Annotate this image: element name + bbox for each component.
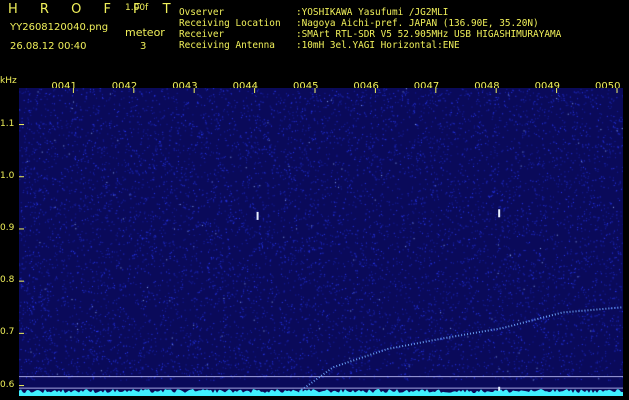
meteor-label: meteor — [125, 26, 165, 39]
drift-trace — [296, 306, 623, 395]
spectrogram-plot[interactable] — [19, 88, 623, 396]
info-value: :Nagoya Aichi-pref. JAPAN (136.90E, 35.2… — [296, 18, 539, 29]
y-tick-label: 1.0 — [0, 170, 15, 181]
y-tick-label: 0.6 — [0, 379, 15, 390]
y-tick-label: 0.7 — [0, 327, 15, 338]
header-panel: H R O F F T 1.00f YY2608120040.png 26.08… — [0, 0, 629, 74]
info-value: :YOSHIKAWA Yasufumi /JG2MLI — [296, 7, 449, 18]
y-tick-label: 1.1 — [0, 118, 15, 129]
y-axis-unit: kHz — [0, 76, 17, 86]
info-antenna: Receiving Antenna :10mH 3el.YAGI Horizont… — [179, 40, 460, 51]
spectrum-baseline — [19, 389, 623, 396]
app-logo: H R O F F T — [8, 2, 180, 17]
info-key: Receiving Antenna — [179, 40, 275, 51]
meteor-count: 3 — [140, 41, 147, 52]
info-value: :10mH 3el.YAGI Horizontal:ENE — [296, 40, 460, 51]
y-tick-label: 0.9 — [0, 222, 15, 233]
info-key: Ovserver — [179, 7, 225, 18]
meteor-echo — [256, 211, 259, 220]
spectrogram-marks — [19, 88, 623, 396]
info-key: Receiver — [179, 29, 225, 40]
file-name: YY2608120040.png — [10, 22, 109, 33]
info-value: :SMArt RTL-SDR V5 52.905MHz USB HIGASHIM… — [296, 29, 562, 40]
info-key: Receiving Location — [179, 18, 281, 29]
info-observer: Ovserver :YOSHIKAWA Yasufumi /JG2MLI — [179, 7, 449, 18]
meteor-echo — [498, 209, 501, 218]
date-time: 26.08.12 00:40 — [10, 41, 87, 52]
info-receiver: Receiver :SMArt RTL-SDR V5 52.905MHz USB … — [179, 29, 562, 40]
info-location: Receiving Location :Nagoya Aichi-pref. JA… — [179, 18, 539, 29]
y-tick-label: 0.8 — [0, 275, 15, 286]
app-version: 1.00f — [125, 3, 149, 13]
